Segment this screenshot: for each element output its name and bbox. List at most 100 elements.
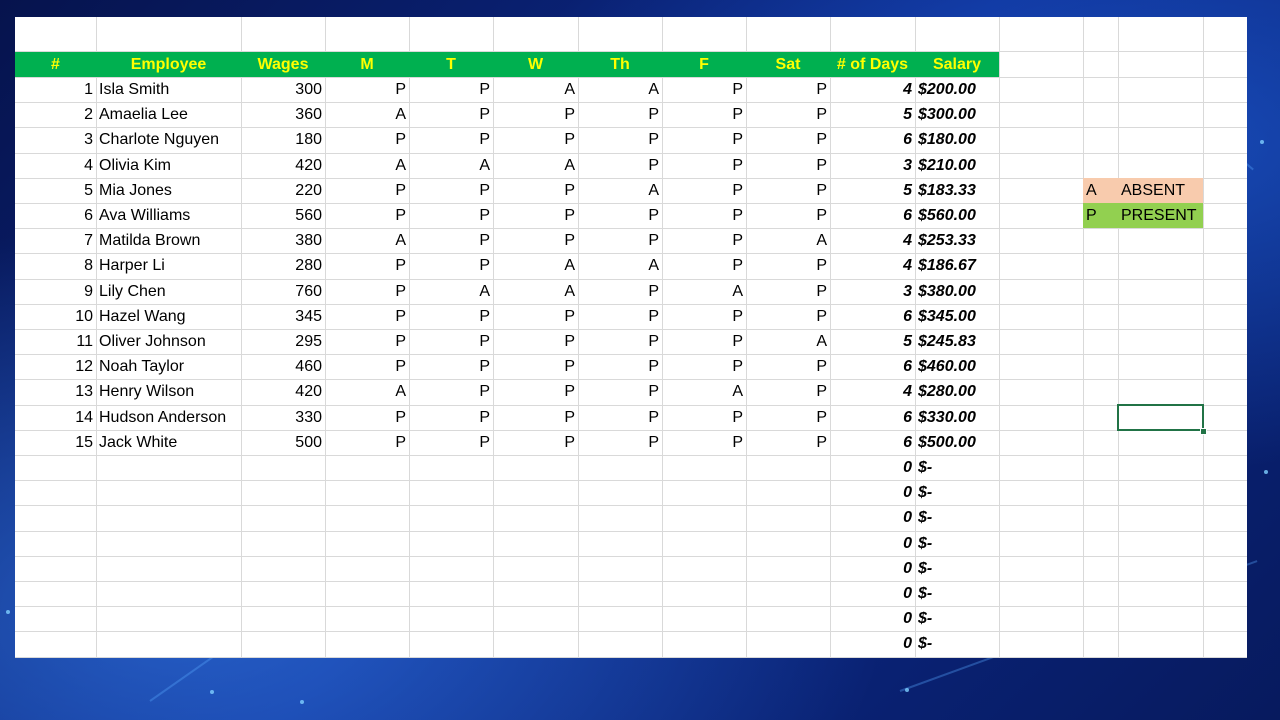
salary-cell[interactable]: $253.33 [915, 228, 999, 253]
salary-cell[interactable]: $183.33 [915, 178, 999, 203]
attendance-cell[interactable]: A [325, 228, 409, 253]
spreadsheet[interactable]: # Employee Wages M T W Th F Sat # of Days Salary 1 I… [15, 17, 1247, 658]
column-header[interactable]: M [325, 52, 409, 77]
days-count-cell[interactable]: 0 [830, 455, 915, 480]
attendance-cell[interactable]: P [662, 228, 746, 253]
attendance-cell[interactable]: A [746, 329, 830, 354]
employee-name-cell[interactable]: Jack White [96, 430, 241, 455]
row-number-cell[interactable]: 6 [15, 203, 96, 228]
days-count-cell[interactable]: 6 [830, 304, 915, 329]
attendance-cell[interactable]: P [409, 203, 493, 228]
row-number-cell[interactable]: 2 [15, 102, 96, 127]
employee-name-cell[interactable]: Olivia Kim [96, 153, 241, 178]
salary-cell[interactable]: $186.67 [915, 253, 999, 278]
row-number-cell[interactable]: 14 [15, 405, 96, 430]
row-number-cell[interactable]: 9 [15, 279, 96, 304]
attendance-cell[interactable]: P [493, 329, 578, 354]
row-number-cell[interactable]: 15 [15, 430, 96, 455]
attendance-cell[interactable]: P [325, 430, 409, 455]
salary-cell[interactable]: $200.00 [915, 77, 999, 102]
attendance-cell[interactable]: P [325, 329, 409, 354]
column-header[interactable]: F [662, 52, 746, 77]
wages-cell[interactable]: 380 [241, 228, 325, 253]
attendance-cell[interactable]: P [325, 178, 409, 203]
column-header[interactable]: Employee [96, 52, 241, 77]
attendance-cell[interactable]: A [493, 253, 578, 278]
attendance-cell[interactable]: P [578, 153, 662, 178]
row-number-cell[interactable]: 4 [15, 153, 96, 178]
wages-cell[interactable]: 330 [241, 405, 325, 430]
attendance-cell[interactable]: A [325, 379, 409, 404]
attendance-cell[interactable]: P [662, 153, 746, 178]
column-header[interactable]: # [15, 52, 96, 77]
attendance-cell[interactable]: P [662, 405, 746, 430]
wages-cell[interactable]: 560 [241, 203, 325, 228]
employee-name-cell[interactable]: Matilda Brown [96, 228, 241, 253]
attendance-cell[interactable]: P [578, 379, 662, 404]
row-number-cell[interactable]: 12 [15, 354, 96, 379]
salary-cell[interactable]: $- [915, 531, 999, 556]
attendance-cell[interactable]: P [578, 228, 662, 253]
salary-cell[interactable]: $380.00 [915, 279, 999, 304]
employee-name-cell[interactable]: Amaelia Lee [96, 102, 241, 127]
attendance-cell[interactable]: P [578, 405, 662, 430]
salary-cell[interactable]: $560.00 [915, 203, 999, 228]
attendance-cell[interactable]: P [409, 405, 493, 430]
wages-cell[interactable]: 345 [241, 304, 325, 329]
attendance-cell[interactable]: P [662, 329, 746, 354]
wages-cell[interactable]: 420 [241, 379, 325, 404]
days-count-cell[interactable]: 4 [830, 379, 915, 404]
row-number-cell[interactable]: 11 [15, 329, 96, 354]
wages-cell[interactable]: 220 [241, 178, 325, 203]
attendance-cell[interactable]: P [493, 430, 578, 455]
attendance-cell[interactable]: P [409, 253, 493, 278]
fill-handle[interactable] [1200, 428, 1207, 435]
attendance-cell[interactable]: P [662, 77, 746, 102]
salary-cell[interactable]: $- [915, 606, 999, 631]
days-count-cell[interactable]: 4 [830, 228, 915, 253]
days-count-cell[interactable]: 5 [830, 178, 915, 203]
salary-cell[interactable]: $245.83 [915, 329, 999, 354]
days-count-cell[interactable]: 4 [830, 77, 915, 102]
attendance-cell[interactable]: P [662, 354, 746, 379]
attendance-cell[interactable]: P [746, 77, 830, 102]
attendance-cell[interactable]: P [325, 253, 409, 278]
salary-cell[interactable]: $- [915, 631, 999, 656]
days-count-cell[interactable]: 3 [830, 279, 915, 304]
wages-cell[interactable]: 180 [241, 127, 325, 152]
attendance-cell[interactable]: A [409, 279, 493, 304]
attendance-cell[interactable]: P [746, 127, 830, 152]
attendance-cell[interactable]: P [746, 379, 830, 404]
attendance-cell[interactable]: P [493, 379, 578, 404]
salary-cell[interactable]: $460.00 [915, 354, 999, 379]
attendance-cell[interactable]: P [578, 102, 662, 127]
salary-cell[interactable]: $- [915, 505, 999, 530]
attendance-cell[interactable]: P [493, 127, 578, 152]
salary-cell[interactable]: $500.00 [915, 430, 999, 455]
attendance-cell[interactable]: P [662, 203, 746, 228]
selected-cell[interactable] [1117, 404, 1204, 431]
column-header[interactable]: Th [578, 52, 662, 77]
attendance-cell[interactable]: A [493, 153, 578, 178]
employee-name-cell[interactable]: Harper Li [96, 253, 241, 278]
days-count-cell[interactable]: 6 [830, 203, 915, 228]
attendance-cell[interactable]: P [409, 127, 493, 152]
attendance-cell[interactable]: P [578, 354, 662, 379]
attendance-cell[interactable]: P [662, 304, 746, 329]
days-count-cell[interactable]: 4 [830, 253, 915, 278]
employee-name-cell[interactable]: Isla Smith [96, 77, 241, 102]
attendance-cell[interactable]: P [746, 354, 830, 379]
wages-cell[interactable]: 280 [241, 253, 325, 278]
legend-label-cell[interactable]: ABSENT [1118, 178, 1203, 203]
attendance-cell[interactable]: P [578, 304, 662, 329]
attendance-cell[interactable]: P [409, 228, 493, 253]
attendance-cell[interactable]: A [578, 178, 662, 203]
attendance-cell[interactable]: A [746, 228, 830, 253]
attendance-cell[interactable]: P [746, 253, 830, 278]
salary-cell[interactable]: $280.00 [915, 379, 999, 404]
attendance-cell[interactable]: P [493, 178, 578, 203]
attendance-cell[interactable]: P [409, 430, 493, 455]
attendance-cell[interactable]: P [409, 102, 493, 127]
row-number-cell[interactable]: 8 [15, 253, 96, 278]
attendance-cell[interactable]: P [493, 203, 578, 228]
